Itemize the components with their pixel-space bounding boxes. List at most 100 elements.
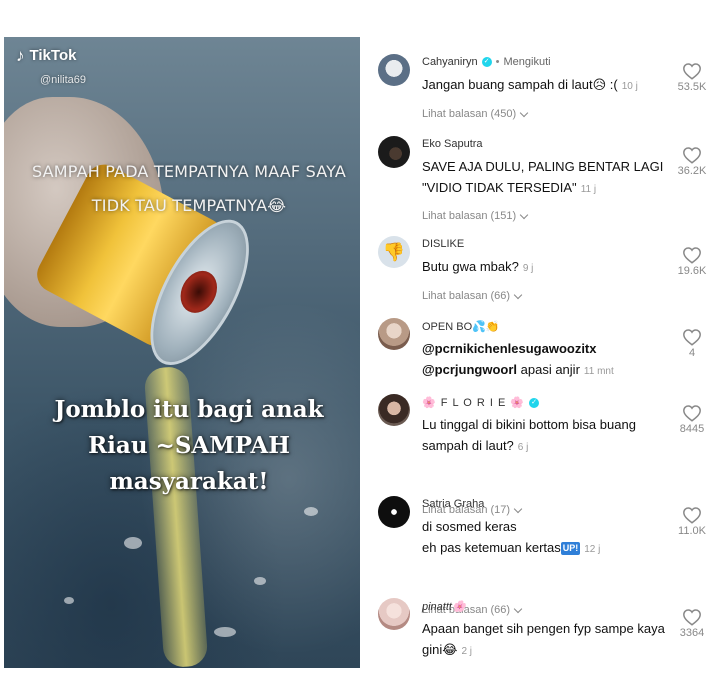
comment-username[interactable]: Satria Graha	[422, 498, 484, 510]
comment-item: 👎 DISLIKE Butu gwa mbak? 9 j Lihat balasa…	[376, 222, 716, 304]
chevron-down-icon	[519, 210, 529, 219]
avatar[interactable]	[378, 318, 410, 350]
comment-body: di sosmed keras	[422, 519, 517, 534]
username-label: 🌸 F L O R I E 🌸	[422, 397, 526, 409]
comment-time: 11 j	[580, 184, 597, 195]
heart-icon	[683, 147, 701, 164]
like-count: 53.5K	[677, 81, 707, 93]
comment-text: Apaan banget sih pengen fyp sampe kaya g…	[422, 618, 684, 662]
comment-body: SAVE AJA DULU, PALING BENTAR LAGI "VIDIO…	[422, 159, 664, 195]
username-label: DISLIKE	[422, 238, 465, 250]
view-replies-label: Lihat balasan (66)	[422, 290, 511, 302]
like-button[interactable]: 4	[672, 328, 712, 359]
avatar[interactable]: 👎	[378, 236, 410, 268]
comment-body: Lu tinggal di bikini bottom bisa buang s…	[422, 417, 636, 453]
like-count: 8445	[679, 423, 705, 435]
thumbs-down-icon: 👎	[382, 242, 406, 262]
tiktok-brand-label: TikTok	[29, 47, 77, 64]
avatar[interactable]	[378, 136, 410, 168]
comment-item: Eko Saputra SAVE AJA DULU, PALING BENTAR…	[376, 122, 716, 222]
view-replies-label: Lihat balasan (450)	[422, 108, 517, 120]
comment-username[interactable]: pinattt🌸	[422, 600, 466, 613]
comment-body: Butu gwa mbak?	[422, 259, 519, 274]
video-caption-main: Jomblo itu bagi anak Riau ~SAMPAH masyar…	[54, 396, 324, 495]
water-splash	[214, 627, 236, 637]
comment-body: Apaan banget sih pengen fyp sampe kaya g…	[422, 621, 665, 657]
up-emoji-icon: UP!	[560, 542, 581, 555]
comment-time: 9 j	[522, 263, 534, 274]
comment-username[interactable]: Cahyaniryn ✓ • Mengikuti	[422, 56, 551, 68]
view-replies-button[interactable]: Lihat balasan (151)	[422, 210, 529, 222]
like-button[interactable]: 36.2K	[672, 146, 712, 177]
like-count: 36.2K	[677, 165, 707, 177]
video-caption-top: SAMPAH PADA TEMPATNYA MAAF SAYA TIDK TAU…	[31, 162, 347, 215]
video-player[interactable]: ♪ TikTok @nilita69 SAMPAH PADA TEMPATNYA…	[4, 37, 360, 668]
heart-icon	[683, 247, 701, 264]
comment-username[interactable]: OPEN BO💦👏	[422, 320, 500, 333]
comment-body: apasi anjir	[520, 362, 580, 377]
username-label: Cahyaniryn	[422, 56, 478, 68]
tiktok-logo: ♪ TikTok	[16, 47, 76, 64]
verified-icon: ✓	[481, 57, 492, 67]
comment-text: Butu gwa mbak? 9 j	[422, 256, 684, 279]
username-label: Eko Saputra	[422, 138, 483, 150]
following-label: Mengikuti	[503, 56, 551, 68]
comment-item: 🌸 F L O R I E 🌸 ✓ Lu tinggal di bikini b…	[376, 380, 716, 516]
username-label: Satria Graha	[422, 498, 485, 510]
comment-username[interactable]: Eko Saputra	[422, 138, 483, 150]
like-count: 4	[688, 347, 696, 359]
like-button[interactable]: 53.5K	[672, 62, 712, 93]
comment-time: 6 j	[517, 442, 529, 453]
comment-text: @pcrnikichenlesugawoozitx @pcrjungwoorl …	[422, 338, 684, 382]
heart-icon	[683, 609, 701, 626]
like-count: 3364	[679, 627, 705, 639]
heart-icon	[683, 329, 701, 346]
comment-time: 10 j	[621, 81, 638, 92]
comment-text: Lu tinggal di bikini bottom bisa buang s…	[422, 414, 684, 458]
chevron-down-icon	[519, 108, 529, 117]
like-button[interactable]: 11.0K	[672, 506, 712, 537]
like-count: 19.6K	[677, 265, 707, 277]
like-button[interactable]: 8445	[672, 404, 712, 435]
comment-username[interactable]: DISLIKE	[422, 238, 464, 250]
water-splash	[254, 577, 266, 585]
comment-text: di sosmed keras eh pas ketemuan kertas UP…	[422, 516, 684, 560]
username-label: pinattt🌸	[422, 601, 466, 613]
view-replies-button[interactable]: Lihat balasan (66)	[422, 290, 523, 302]
water-splash	[304, 507, 318, 516]
comment-item: Satria Graha di sosmed keras eh pas kete…	[376, 482, 716, 616]
video-username: @nilita69	[40, 74, 87, 86]
comment-time: 12 j	[584, 544, 601, 555]
like-count: 11.0K	[678, 525, 706, 537]
comment-text: Jangan buang sampah di laut😥 :(10 j	[422, 74, 684, 97]
comment-body: eh pas ketemuan kertas	[422, 540, 561, 555]
view-replies-button[interactable]: Lihat balasan (450)	[422, 108, 529, 120]
like-button[interactable]: 19.6K	[672, 246, 712, 277]
comment-username[interactable]: 🌸 F L O R I E 🌸 ✓	[422, 396, 540, 409]
username-label: OPEN BO💦👏	[422, 321, 500, 333]
heart-icon	[683, 507, 701, 524]
mention-link[interactable]: @pcrjungwoorl	[422, 362, 517, 377]
comment-body: Jangan buang sampah di laut😥 :(	[422, 77, 618, 92]
chevron-down-icon	[513, 290, 523, 299]
view-replies-label: Lihat balasan (151)	[422, 210, 517, 222]
heart-icon	[683, 405, 701, 422]
separator-dot: •	[495, 56, 500, 68]
water-splash	[124, 537, 142, 549]
water-splash	[64, 597, 74, 604]
comment-item: OPEN BO💦👏 @pcrnikichenlesugawoozitx @pcr…	[376, 304, 716, 386]
comment-item: Cahyaniryn ✓ • Mengikuti Jangan buang sa…	[376, 40, 716, 124]
verified-icon: ✓	[529, 397, 540, 408]
comment-time: 11 mnt	[583, 366, 614, 377]
avatar[interactable]	[378, 54, 410, 86]
avatar[interactable]	[378, 598, 410, 630]
avatar[interactable]	[378, 496, 410, 528]
comment-text: SAVE AJA DULU, PALING BENTAR LAGI "VIDIO…	[422, 156, 684, 200]
mention-link[interactable]: @pcrnikichenlesugawoozitx	[422, 338, 684, 359]
like-button[interactable]: 3364	[672, 608, 712, 639]
comment-item: pinattt🌸 Apaan banget sih pengen fyp sam…	[376, 584, 716, 674]
tiktok-note-icon: ♪	[16, 46, 25, 65]
comment-time: 2 j	[461, 646, 472, 657]
heart-icon	[683, 63, 701, 80]
avatar[interactable]	[378, 394, 410, 426]
